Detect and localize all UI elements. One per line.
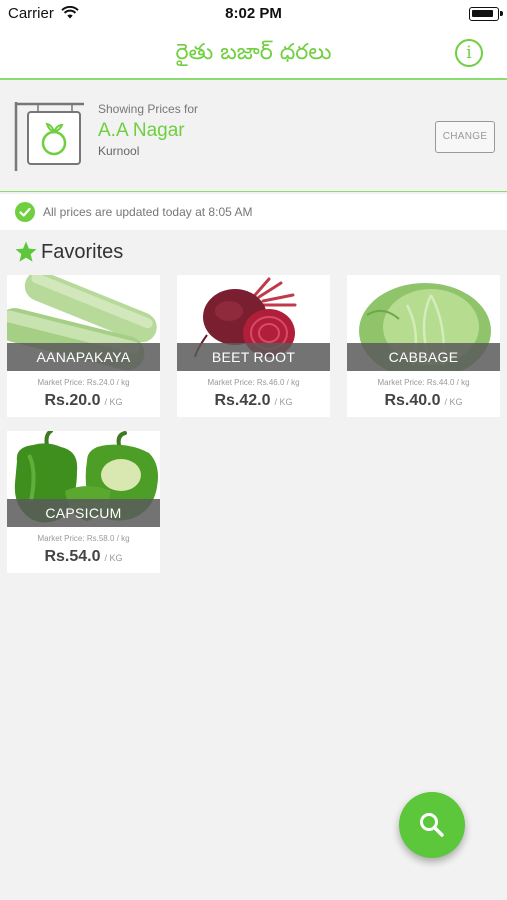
- price-unit: / KG: [444, 397, 463, 407]
- favorite-card-cabbage[interactable]: CABBAGE Market Price: Rs.44.0 / kg Rs.40…: [347, 275, 500, 417]
- info-icon[interactable]: i: [455, 39, 483, 67]
- city-name: Kurnool: [98, 144, 140, 158]
- price-unit: / KG: [104, 553, 123, 563]
- favorite-card-aanapakaya[interactable]: AANAPAKAYA Market Price: Rs.24.0 / kg Rs…: [7, 275, 160, 417]
- update-status-text: All prices are updated today at 8:05 AM: [43, 205, 253, 219]
- market-price: Market Price: Rs.44.0 / kg: [377, 378, 470, 387]
- battery-icon: [469, 7, 503, 21]
- location-panel: Showing Prices for A.A Nagar Kurnool CHA…: [0, 82, 507, 192]
- price: Rs.20.0: [44, 392, 101, 409]
- search-icon: [420, 813, 444, 837]
- star-icon: [14, 240, 38, 269]
- price-row: Rs.42.0/ KG: [177, 392, 330, 410]
- card-title: BEET ROOT: [177, 343, 330, 371]
- market-name: A.A Nagar: [98, 120, 185, 141]
- price-row: Rs.20.0/ KG: [7, 392, 160, 410]
- change-location-button[interactable]: CHANGE: [435, 121, 495, 153]
- price-unit: / KG: [274, 397, 293, 407]
- card-title: CABBAGE: [347, 343, 500, 371]
- update-status-bar: All prices are updated today at 8:05 AM: [0, 194, 507, 230]
- price: Rs.40.0: [384, 392, 441, 409]
- status-bar: Carrier 8:02 PM: [0, 0, 507, 28]
- favorite-card-beet-root[interactable]: BEET ROOT Market Price: Rs.46.0 / kg Rs.…: [177, 275, 330, 417]
- favorite-card-capsicum[interactable]: CAPSICUM Market Price: Rs.58.0 / kg Rs.5…: [7, 431, 160, 573]
- location-caption: Showing Prices for: [98, 102, 199, 116]
- price: Rs.42.0: [214, 392, 271, 409]
- clock: 8:02 PM: [225, 5, 282, 22]
- page-title: రైతు బజార్ ధరలు: [175, 40, 332, 65]
- market-price: Market Price: Rs.24.0 / kg: [37, 378, 130, 387]
- nav-bar: రైతు బజార్ ధరలు i: [0, 28, 507, 80]
- check-circle-icon: [15, 202, 35, 222]
- search-button[interactable]: [399, 792, 465, 858]
- market-price: Market Price: Rs.58.0 / kg: [37, 534, 130, 543]
- shop-sign-icon: [12, 98, 86, 177]
- card-title: CAPSICUM: [7, 499, 160, 527]
- price-unit: / KG: [104, 397, 123, 407]
- market-price: Market Price: Rs.46.0 / kg: [207, 378, 300, 387]
- favorites-title: Favorites: [41, 241, 124, 263]
- price-row: Rs.54.0/ KG: [7, 548, 160, 566]
- price-row: Rs.40.0/ KG: [347, 392, 500, 410]
- card-title: AANAPAKAYA: [7, 343, 160, 371]
- price: Rs.54.0: [44, 548, 101, 565]
